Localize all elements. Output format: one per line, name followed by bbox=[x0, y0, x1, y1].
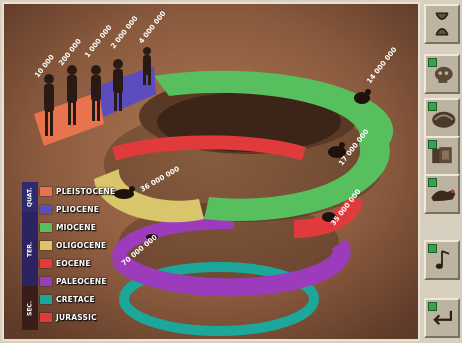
era-column: QUAT. TER. SEC. bbox=[22, 182, 38, 330]
legend-label: OLIGOCENE bbox=[56, 241, 107, 250]
period-legend: QUAT. TER. SEC. PLEISTOCENE PLIOCENE MIOCE… bbox=[22, 182, 152, 330]
legend-item: JURASSIC bbox=[40, 312, 97, 323]
legend-label: CRETACE bbox=[56, 295, 95, 304]
legend-item: PALEOCENE bbox=[40, 276, 107, 287]
era-label-secondary: SEC. bbox=[22, 286, 38, 330]
fossil-button[interactable] bbox=[424, 98, 460, 138]
legend-item: MIOCENE bbox=[40, 222, 96, 233]
legend-swatch bbox=[40, 223, 52, 232]
legend-label: PLIOCENE bbox=[56, 205, 100, 214]
legend-label: MIOCENE bbox=[56, 223, 97, 232]
era-label-quaternary: QUAT. bbox=[22, 182, 38, 212]
music-note-icon bbox=[435, 250, 450, 269]
legend-item: OLIGOCENE bbox=[40, 240, 106, 251]
rock-cards-icon bbox=[432, 147, 452, 164]
app-window: 10 000 200 000 1 000 000 2 000 000 4 000… bbox=[0, 0, 462, 343]
legend-swatch bbox=[40, 277, 52, 286]
legend-swatch bbox=[40, 313, 52, 322]
legend-swatch bbox=[40, 259, 52, 268]
evolution-spiral-view: 10 000 200 000 1 000 000 2 000 000 4 000… bbox=[2, 2, 420, 341]
legend-swatch bbox=[40, 187, 52, 196]
legend-label: PLEISTOCENE bbox=[56, 187, 116, 196]
legend-label: EOCENE bbox=[56, 259, 91, 268]
hourglass-icon bbox=[435, 12, 449, 36]
legend-swatch bbox=[40, 295, 52, 304]
skull-icon bbox=[434, 66, 453, 83]
return-arrow-icon bbox=[433, 310, 452, 326]
legend-item: PLIOCENE bbox=[40, 204, 99, 215]
legend-item: PLEISTOCENE bbox=[40, 186, 115, 197]
fossil-icon bbox=[432, 111, 456, 128]
tool-palette bbox=[424, 2, 460, 341]
legend-swatch bbox=[40, 241, 52, 250]
legend-item: CRETACE bbox=[40, 294, 95, 305]
music-note-button[interactable] bbox=[424, 240, 460, 280]
legend-item: EOCENE bbox=[40, 258, 91, 269]
legend-swatch bbox=[40, 205, 52, 214]
animals-button[interactable] bbox=[424, 174, 460, 214]
legend-label: PALEOCENE bbox=[56, 277, 107, 286]
hourglass-button[interactable] bbox=[424, 4, 460, 44]
legend-label: JURASSIC bbox=[56, 313, 97, 322]
era-label-tertiary: TER. bbox=[22, 212, 38, 286]
rock-cards-button[interactable] bbox=[424, 136, 460, 176]
skull-button[interactable] bbox=[424, 54, 460, 94]
return-arrow-button[interactable] bbox=[424, 298, 460, 338]
animals-icon bbox=[431, 189, 456, 202]
